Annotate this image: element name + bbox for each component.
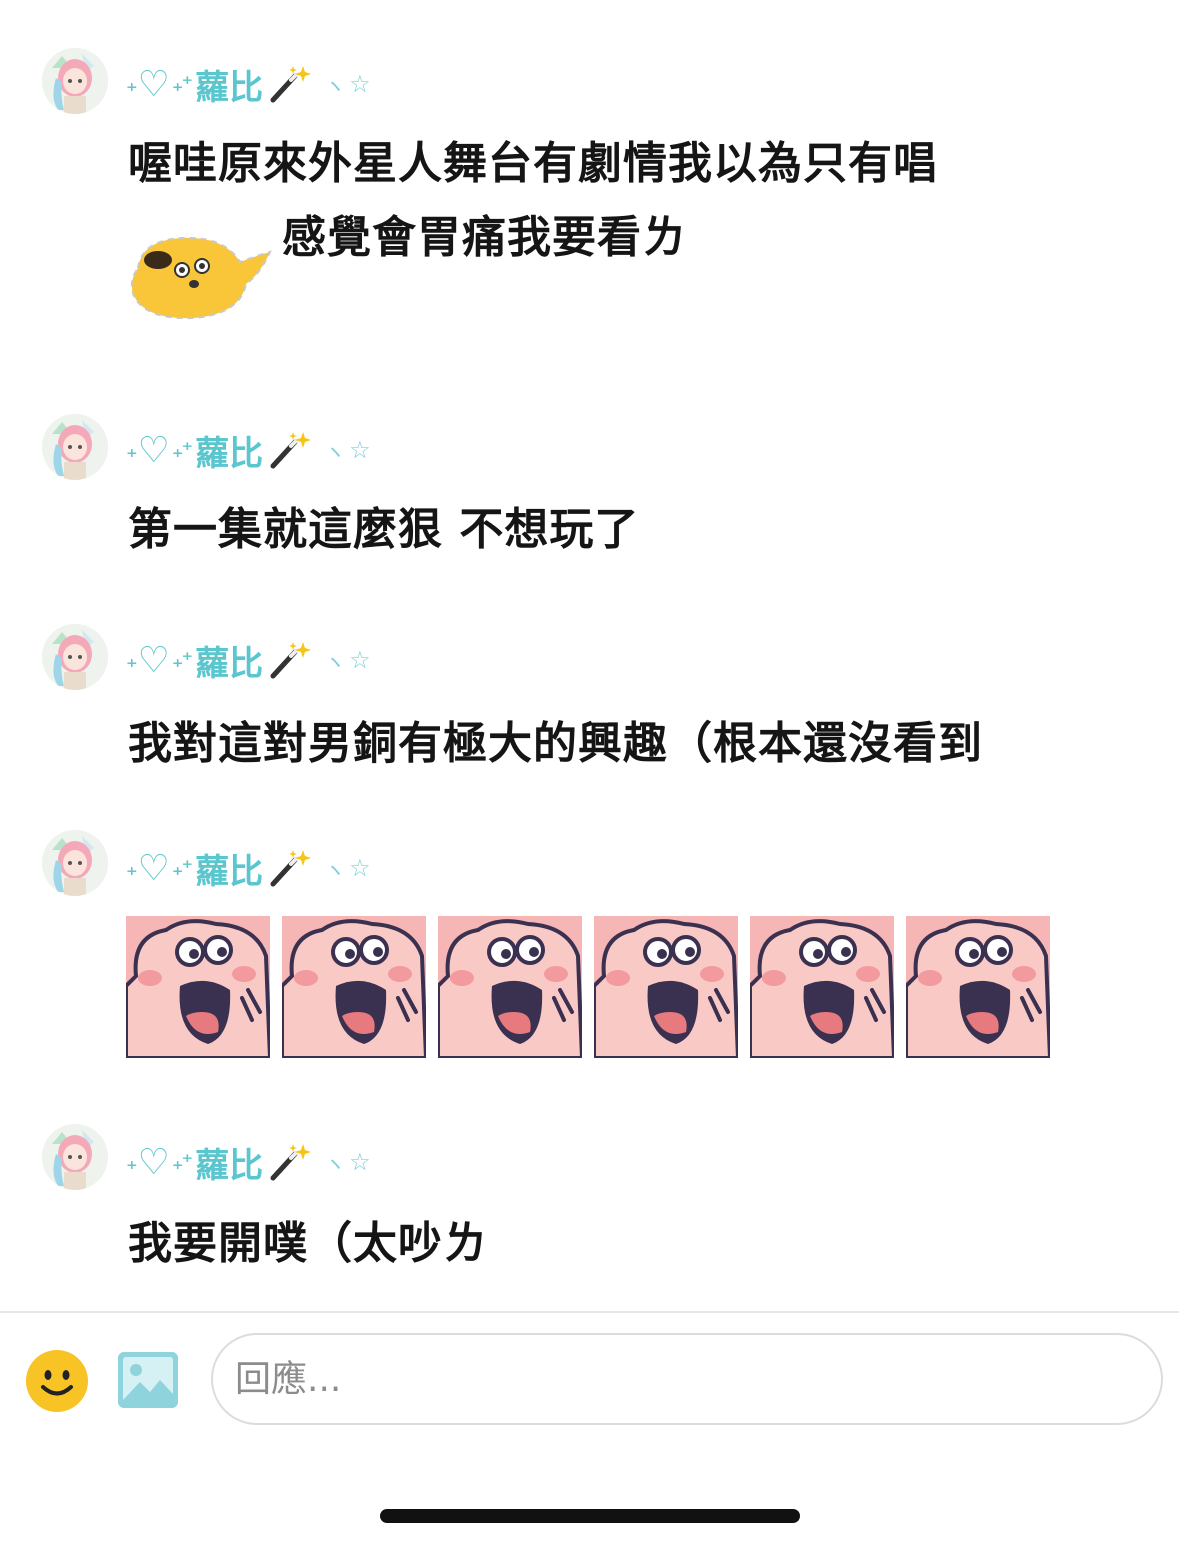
- heart-icon: ♡: [137, 847, 170, 889]
- name-decoration: ヽ: [325, 1151, 346, 1176]
- pink-shouting-sticker[interactable]: [906, 916, 1050, 1058]
- author-name: 蘿比: [195, 67, 264, 108]
- author-name-row[interactable]: ₊ ♡ ₊⁺ 蘿比 ヽ ☆: [126, 846, 371, 892]
- name-decoration: ヽ: [325, 439, 346, 464]
- name-decoration: ヽ: [325, 73, 346, 98]
- pink-shouting-sticker[interactable]: [126, 916, 270, 1058]
- name-decoration: ₊: [126, 647, 138, 673]
- avatar[interactable]: [42, 624, 108, 690]
- name-decoration: ₊: [126, 855, 138, 881]
- message-text: 我對這對男銅有極大的興趣（根本還沒看到: [128, 718, 983, 769]
- author-name: 蘿比: [195, 433, 264, 474]
- author-name: 蘿比: [195, 1145, 264, 1186]
- message-text: 我要開噗（太吵ㄌ: [128, 1218, 488, 1269]
- avatar[interactable]: [42, 1124, 108, 1190]
- sticker-row: [126, 916, 1062, 1058]
- heart-icon: ♡: [137, 63, 170, 105]
- avatar[interactable]: [42, 414, 108, 480]
- author-name-row[interactable]: ₊ ♡ ₊⁺ 蘿比 ヽ ☆: [126, 62, 371, 108]
- name-decoration: ヽ: [325, 649, 346, 674]
- name-decoration: ₊⁺: [171, 71, 193, 97]
- heart-icon: ♡: [137, 429, 170, 471]
- name-decoration: ₊⁺: [171, 437, 193, 463]
- author-name-row[interactable]: ₊ ♡ ₊⁺ 蘿比 ヽ ☆: [126, 428, 371, 474]
- name-decoration: ₊: [126, 71, 138, 97]
- pink-shouting-sticker[interactable]: [750, 916, 894, 1058]
- pink-shouting-sticker[interactable]: [438, 916, 582, 1058]
- message-text: 第一集就這麼狠 不想玩了: [128, 504, 640, 555]
- name-decoration: ₊⁺: [171, 647, 193, 673]
- magic-wand-icon: [270, 66, 312, 103]
- name-decoration: ₊: [126, 1149, 138, 1175]
- name-decoration: ヽ: [325, 857, 346, 882]
- star-icon: ☆: [349, 854, 371, 882]
- magic-wand-icon: [270, 432, 312, 469]
- author-name-row[interactable]: ₊ ♡ ₊⁺ 蘿比 ヽ ☆: [126, 1140, 371, 1186]
- reply-input[interactable]: [211, 1333, 1163, 1425]
- author-name: 蘿比: [195, 851, 264, 892]
- reply-feed: ₊ ♡ ₊⁺ 蘿比 ヽ ☆ 喔哇原來外星人舞台有劇情我以為只有唱 感覺會胃痛我要…: [0, 0, 1179, 1312]
- heart-icon: ♡: [137, 639, 170, 681]
- author-name: 蘿比: [195, 643, 264, 684]
- pink-shouting-sticker[interactable]: [282, 916, 426, 1058]
- magic-wand-icon: [270, 850, 312, 887]
- star-icon: ☆: [349, 70, 371, 98]
- image-upload-icon[interactable]: [116, 1350, 180, 1410]
- yellow-blob-sticker: [130, 236, 272, 320]
- author-name-row[interactable]: ₊ ♡ ₊⁺ 蘿比 ヽ ☆: [126, 638, 371, 684]
- magic-wand-icon: [270, 1144, 312, 1181]
- star-icon: ☆: [349, 436, 371, 464]
- star-icon: ☆: [349, 646, 371, 674]
- name-decoration: ₊⁺: [171, 855, 193, 881]
- pink-shouting-sticker[interactable]: [594, 916, 738, 1058]
- name-decoration: ₊: [126, 437, 138, 463]
- smiley-face-icon[interactable]: [26, 1350, 88, 1412]
- message-text: 喔哇原來外星人舞台有劇情我以為只有唱: [128, 138, 938, 189]
- magic-wand-icon: [270, 642, 312, 679]
- message-text: 感覺會胃痛我要看ㄌ: [282, 212, 687, 263]
- home-indicator[interactable]: [380, 1509, 800, 1523]
- heart-icon: ♡: [137, 1141, 170, 1183]
- name-decoration: ₊⁺: [171, 1149, 193, 1175]
- avatar[interactable]: [42, 48, 108, 114]
- avatar[interactable]: [42, 830, 108, 896]
- star-icon: ☆: [349, 1148, 371, 1176]
